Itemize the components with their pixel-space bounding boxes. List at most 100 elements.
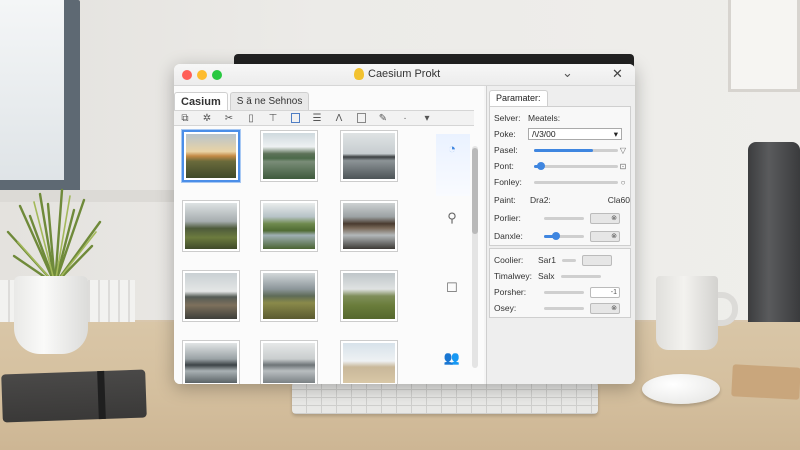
param-label: Poke: [494,129,516,139]
param-value: Sar1 [538,255,556,265]
thumbnail-lone-road[interactable] [182,270,240,322]
thumbnail-beach-walker[interactable] [340,340,398,384]
param-label: Porlier: [494,213,521,223]
param-row-coolier: Coolier: Sar1 [494,253,630,267]
param-label: Pont: [494,161,514,171]
param-label: Porsher: [494,287,527,297]
thumbnail-sunset-valley[interactable] [182,130,240,182]
param-row-porsher: Porsher: -1 [494,285,630,299]
zoom-window-button[interactable] [212,70,222,80]
param-row-porlier: Porlier: ⊗ [494,211,630,225]
gallery-scrollbar[interactable] [472,146,478,368]
thumbnail-rocky-river[interactable] [340,200,398,252]
param-label: Paint: [494,195,516,205]
tab-casium[interactable]: Casium [174,92,228,110]
crop-icon[interactable]: ⧉ [174,111,196,125]
list-icon[interactable]: ☰ [306,111,328,125]
search-icon[interactable]: ⚲ [444,210,460,226]
param-row-pont: Pont: ⊡ [494,159,630,173]
parameters-pane: Paramater: Selver: Meatels: Poke: /\/3/0… [486,86,635,384]
pasel-slider[interactable] [534,148,618,152]
parameters-group: Selver: Meatels: Poke: /\/3/00 ▾ Pasel: … [489,106,631,246]
sparkle-icon[interactable]: ✲ [196,111,218,125]
window-title-group: Caesium Prokt [354,68,440,80]
more-icon[interactable]: · [394,111,416,125]
thumbnail-misty-rock[interactable] [340,130,398,182]
mouse [642,374,720,404]
wall-art-frame [728,0,800,92]
timalwey-slider[interactable] [560,274,601,278]
coolier-field[interactable] [581,254,612,266]
drop-icon[interactable]: ◔ [444,140,460,156]
rect-icon[interactable] [350,111,372,125]
thumbnail-grid: ◔ ⚲ ☐ 👥 [180,130,480,384]
gallery-tabs: Casium S ä ne Sehnos [174,92,311,110]
reset-icon: ⊗ [611,215,617,222]
porsher-field[interactable]: -1 [590,286,620,298]
thumbnail-tree-road[interactable] [182,200,240,252]
keyboard [292,382,598,414]
circle-icon[interactable]: ○ [618,178,628,187]
param-label: Selver: [494,113,521,123]
gallery-toolbar: ⧉ ✲ ✂ ▯ ⊤ ☰ Ʌ ✎ · ▾ [174,110,474,126]
title-bar: Caesium Prokt ⌄ ✕ [174,64,635,86]
close-window-button[interactable] [182,70,192,80]
poke-select[interactable]: /\/3/00 ▾ [528,128,622,140]
pont-slider[interactable] [534,161,618,170]
app-logo-icon [354,68,364,80]
param-value: Dra2: [530,195,551,205]
coolier-slider[interactable] [561,258,576,262]
filter-icon[interactable]: ⊤ [262,111,284,125]
danxle-field[interactable]: ⊗ [590,230,620,242]
plant-pot [14,276,88,354]
square-icon[interactable]: ☐ [444,280,460,296]
window-title: Caesium Prokt [368,68,441,80]
osey-slider[interactable] [544,306,584,310]
thumbnail-mountain-meadow[interactable] [260,270,318,322]
minimize-window-button[interactable] [197,70,207,80]
chevron-down-icon[interactable]: ▾ [416,111,438,125]
param-label: Osey: [494,303,517,313]
porsher-slider[interactable] [544,290,584,294]
frame-icon[interactable] [284,111,306,125]
param-label: Timalwey: [494,271,532,281]
collapse-icon[interactable]: ⌄ [562,65,573,81]
thumbnail-green-hills[interactable] [340,270,398,322]
brush-icon[interactable]: ✎ [372,111,394,125]
people-icon[interactable]: 👥 [444,350,460,366]
gallery-pane: Casium S ä ne Sehnos ⧉ ✲ ✂ ▯ ⊤ ☰ Ʌ ✎ · ▾ [174,86,484,384]
param-row-fonley: Fonley: ○ [494,175,630,189]
tab-parameters[interactable]: Paramater: [489,90,548,106]
triangle-icon[interactable]: ▽ [618,146,628,155]
param-row-timalwey: Timalwey: Salx [494,269,630,283]
porlier-slider[interactable] [544,216,584,220]
text-icon[interactable]: Ʌ [328,111,350,125]
param-row-osey: Osey: ⊗ [494,301,630,315]
porlier-field[interactable]: ⊗ [590,212,620,224]
tab-second[interactable]: S ä ne Sehnos [229,92,310,110]
page-icon[interactable]: ▯ [240,111,262,125]
scissors-icon[interactable]: ✂ [218,111,240,125]
app-window: Caesium Prokt ⌄ ✕ Casium S ä ne Sehnos ⧉… [174,64,635,384]
param-value: Meatels: [528,113,561,123]
field-value: -1 [610,288,617,296]
param-label: Danxle: [494,231,523,241]
thumbnail-cliff-lake[interactable] [182,340,240,384]
osey-field[interactable]: ⊗ [590,302,620,314]
book [731,364,800,400]
thumbnail-mountain-lake[interactable] [260,130,318,182]
thumbnail-river-hills[interactable] [260,200,318,252]
fonley-slider[interactable] [534,180,618,184]
danxle-slider[interactable] [544,231,584,240]
thumbnail-calm-water[interactable] [260,340,318,384]
param-label: Fonley: [494,177,522,187]
param-row-poke: Poke: /\/3/00 ▾ [494,127,630,141]
scrollbar-thumb[interactable] [472,148,478,234]
parameters-group-2: Coolier: Sar1 Timalwey: Salx Porsher: -1… [489,248,631,318]
param-value: Salx [538,271,555,281]
param-row-danxle: Danxle: ⊗ [494,229,630,243]
traffic-lights [182,70,222,80]
box-icon[interactable]: ⊡ [618,162,628,171]
close-icon[interactable]: ✕ [612,66,623,82]
speaker [748,142,800,338]
